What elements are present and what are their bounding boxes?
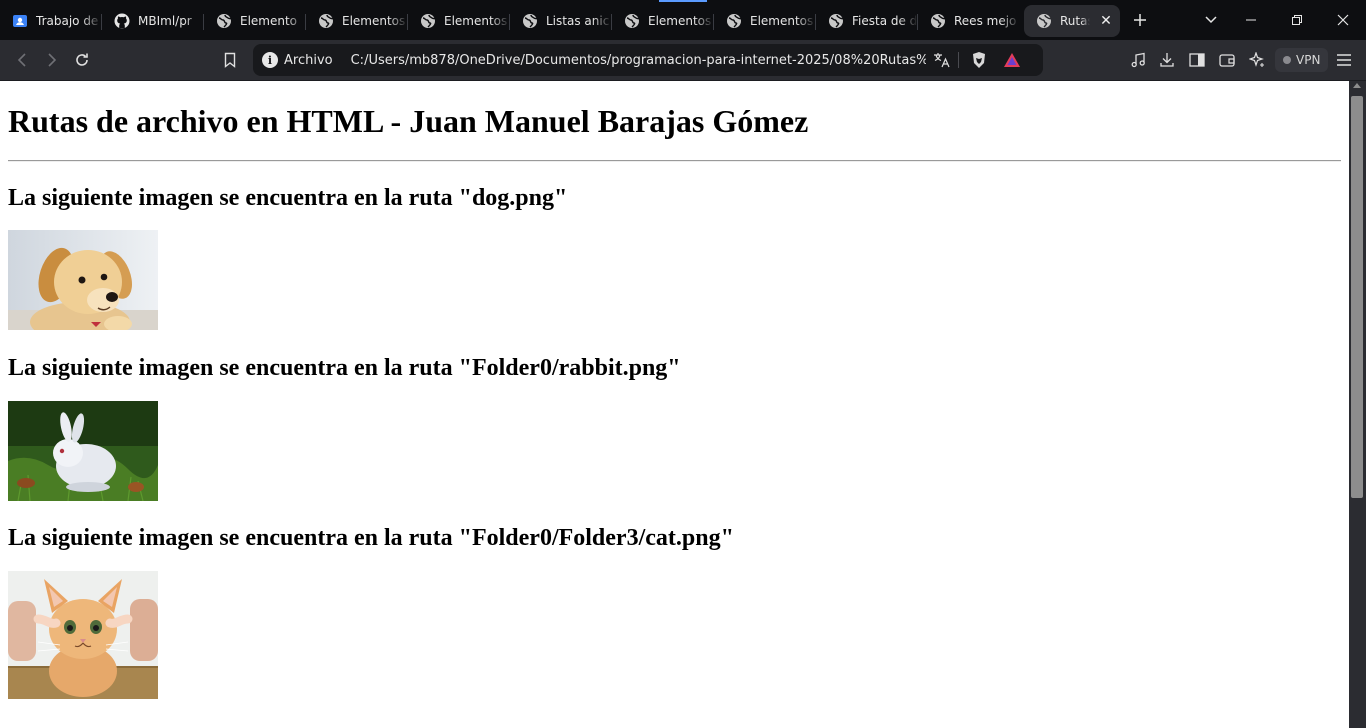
wallet-button[interactable] xyxy=(1214,48,1240,72)
music-note-icon xyxy=(1131,52,1145,68)
tab-title: Elementos xyxy=(342,13,406,28)
downloads-button[interactable] xyxy=(1154,48,1180,72)
tab-3[interactable]: Elementos xyxy=(306,5,408,37)
chevron-down-icon xyxy=(1205,16,1217,24)
plus-icon xyxy=(1134,14,1146,26)
new-tab-button[interactable] xyxy=(1120,4,1160,36)
tab-loading-indicator xyxy=(659,0,707,2)
brave-rewards-icon[interactable] xyxy=(1003,51,1021,69)
globe-icon xyxy=(522,13,538,29)
address-bar[interactable]: i Archivo C:/Users/mb878/OneDrive/Docume… xyxy=(253,44,1043,76)
leo-ai-button[interactable] xyxy=(1244,48,1270,72)
globe-icon xyxy=(318,13,334,29)
vpn-button[interactable]: VPN xyxy=(1275,48,1329,72)
sidebar-button[interactable] xyxy=(1184,48,1210,72)
bookmark-icon xyxy=(224,52,236,68)
tab-title: Rutas xyxy=(1060,13,1090,28)
tab-title: Rees mejo xyxy=(954,13,1017,28)
tab-title: Elementos xyxy=(750,13,814,28)
bookmark-button[interactable] xyxy=(217,48,243,72)
menu-button[interactable] xyxy=(1331,48,1357,72)
globe-icon xyxy=(216,13,232,29)
tab-title: MBIml/pr xyxy=(138,13,192,28)
urlbar-divider xyxy=(958,52,959,68)
tab-title: Elemento xyxy=(240,13,298,28)
page-content: Rutas de archivo en HTML - Juan Manuel B… xyxy=(0,81,1349,728)
tab-title: Elementos xyxy=(444,13,508,28)
globe-icon xyxy=(624,13,640,29)
arrow-left-icon xyxy=(17,53,26,67)
globe-icon xyxy=(930,13,946,29)
vpn-label: VPN xyxy=(1296,53,1321,67)
tab-title: Trabajo de xyxy=(36,13,99,28)
scrollbar-thumb[interactable] xyxy=(1351,96,1363,498)
rabbit-image xyxy=(8,401,158,501)
tab-7[interactable]: Elementos xyxy=(714,5,816,37)
tab-9[interactable]: Rees mejo xyxy=(918,5,1020,37)
brave-shields-icon[interactable] xyxy=(970,51,988,69)
section-caption-rabbit: La siguiente imagen se encuentra en la r… xyxy=(8,355,681,381)
globe-icon xyxy=(420,13,436,29)
horizontal-rule xyxy=(8,160,1341,162)
tab-title: Elementos xyxy=(648,13,712,28)
globe-icon xyxy=(828,13,844,29)
sparkle-icon xyxy=(1249,52,1264,67)
vpn-status-icon xyxy=(1283,56,1291,64)
close-tab-icon[interactable]: ✕ xyxy=(1098,13,1114,29)
info-icon[interactable]: i xyxy=(262,52,278,68)
tab-strip: Trabajo de MBIml/pr Elemento Elementos E… xyxy=(0,0,1366,40)
back-button[interactable] xyxy=(9,48,35,72)
media-button[interactable] xyxy=(1125,48,1151,72)
hamburger-menu-icon xyxy=(1337,54,1351,66)
page-title: Rutas de archivo en HTML - Juan Manuel B… xyxy=(8,103,809,139)
cat-image xyxy=(8,571,158,699)
download-icon xyxy=(1160,53,1174,67)
reload-icon xyxy=(76,53,88,66)
classroom-icon xyxy=(12,13,28,29)
translate-icon[interactable] xyxy=(933,51,951,69)
vertical-scrollbar[interactable] xyxy=(1349,81,1366,728)
close-window-button[interactable] xyxy=(1320,0,1366,40)
scroll-up-arrow-icon[interactable] xyxy=(1353,83,1361,88)
tab-2[interactable]: Elemento xyxy=(204,5,306,37)
site-info-label[interactable]: Archivo xyxy=(284,53,333,68)
tab-title: Fiesta de d xyxy=(852,13,918,28)
close-icon xyxy=(1337,14,1349,26)
tab-active[interactable]: Rutas ✕ xyxy=(1024,4,1120,37)
restore-button[interactable] xyxy=(1274,0,1320,40)
sidebar-icon xyxy=(1189,53,1205,67)
arrow-right-icon xyxy=(48,53,57,67)
tab-0[interactable]: Trabajo de xyxy=(0,5,102,37)
tab-title: Listas anic xyxy=(546,13,610,28)
github-icon xyxy=(114,13,130,29)
section-caption-cat: La siguiente imagen se encuentra en la r… xyxy=(8,525,734,551)
browser-toolbar: i Archivo C:/Users/mb878/OneDrive/Docume… xyxy=(0,40,1366,81)
minimize-button[interactable] xyxy=(1228,0,1274,40)
section-caption-dog: La siguiente imagen se encuentra en la r… xyxy=(8,185,568,211)
globe-icon xyxy=(1036,13,1052,29)
tab-4[interactable]: Elementos xyxy=(408,5,510,37)
tab-1[interactable]: MBIml/pr xyxy=(102,5,204,37)
wallet-icon xyxy=(1219,54,1235,67)
url-text[interactable]: C:/Users/mb878/OneDrive/Documentos/progr… xyxy=(351,53,926,68)
tab-6[interactable]: Elementos xyxy=(612,5,714,37)
minimize-icon xyxy=(1246,19,1256,21)
tab-5[interactable]: Listas anic xyxy=(510,5,612,37)
forward-button[interactable] xyxy=(39,48,65,72)
restore-icon xyxy=(1292,15,1302,25)
reload-button[interactable] xyxy=(69,48,95,72)
globe-icon xyxy=(726,13,742,29)
dog-image xyxy=(8,230,158,330)
tab-8[interactable]: Fiesta de d xyxy=(816,5,918,37)
